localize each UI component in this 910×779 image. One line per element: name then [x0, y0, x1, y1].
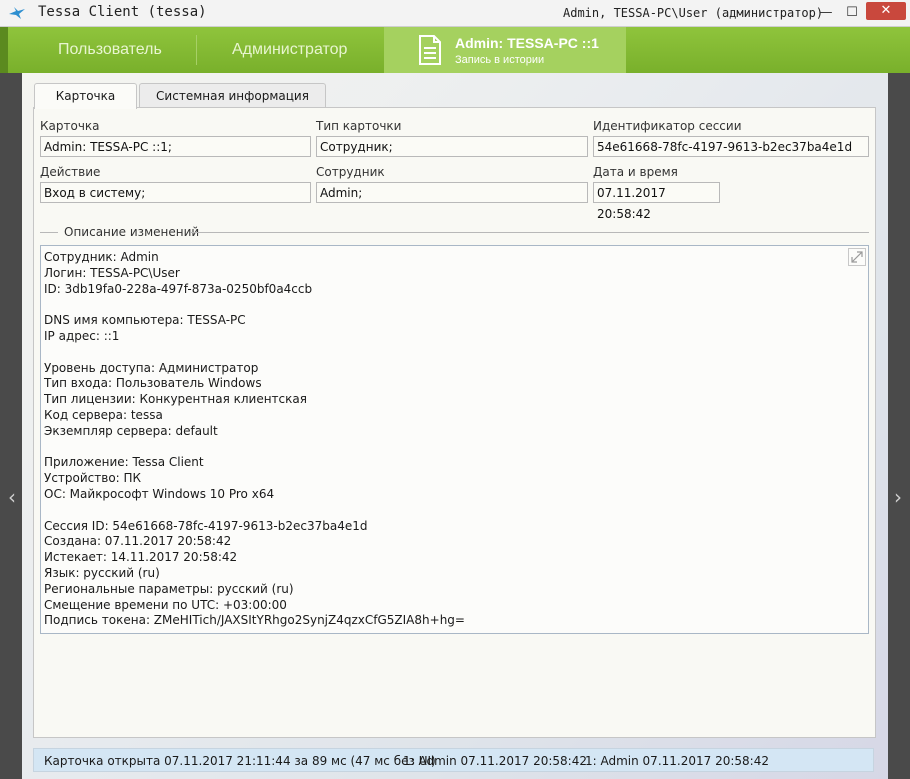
action-field[interactable]: Вход в систему; — [40, 182, 311, 203]
changes-description-box[interactable]: Сотрудник: Admin Логин: TESSA-PC\User ID: … — [40, 245, 869, 634]
description-line: Подпись токена: ZMeHITich/JAXSItYRhgo2Sy… — [44, 613, 465, 628]
description-line: Код сервера: tessa — [44, 407, 163, 422]
description-line — [44, 440, 865, 456]
left-side-panel[interactable]: ‹ — [0, 73, 22, 779]
status-bar: Карточка открыта 07.11.2017 21:11:44 за … — [33, 748, 874, 772]
tab-system-info[interactable]: Системная информация — [139, 83, 326, 108]
title-bar: Tessa Client (tessa) Admin, TESSA-PC\Use… — [0, 0, 910, 27]
description-line — [44, 503, 865, 519]
chevron-right-icon[interactable]: › — [888, 485, 908, 509]
description-line: Сессия ID: 54e61668-78fc-4197-9613-b2ec3… — [44, 518, 368, 533]
right-side-panel[interactable]: › — [888, 73, 910, 779]
tab-active-record[interactable]: Admin: TESSA-PC ::1 Запись в истории — [384, 27, 626, 73]
status-opened: Карточка открыта 07.11.2017 21:11:44 за … — [44, 754, 436, 768]
nav-separator — [196, 35, 197, 65]
close-button[interactable]: ✕ — [866, 2, 906, 20]
group-divider-right — [190, 232, 869, 233]
description-line: Устройство: ПК — [44, 471, 142, 486]
description-line: Тип лицензии: Конкурентная клиентская — [44, 392, 307, 407]
main-navbar: Пользователь Администратор Admin: TESSA-… — [0, 27, 910, 73]
employee-field[interactable]: Admin; — [316, 182, 588, 203]
action-label: Действие — [40, 165, 101, 179]
session-id-field[interactable]: 54e61668-78fc-4197-9613-b2ec37ba4e1d — [593, 136, 869, 157]
session-id-label: Идентификатор сессии — [593, 119, 742, 133]
description-line: Экземпляр сервера: default — [44, 423, 218, 438]
tessa-bird-icon — [9, 7, 25, 19]
description-line: ID: 3db19fa0-228a-497f-873a-0250bf0a4ccb — [44, 281, 313, 296]
navbar-edge — [0, 27, 8, 73]
description-line: Тип входа: Пользователь Windows — [44, 376, 262, 391]
window-title: Tessa Client (tessa) — [38, 4, 207, 20]
description-line: Региональные параметры: русский (ru) — [44, 581, 294, 596]
description-line: Приложение: Tessa Client — [44, 455, 204, 470]
description-line: Логин: TESSA-PC\User — [44, 265, 180, 280]
chevron-left-icon[interactable]: ‹ — [2, 485, 22, 509]
description-line: DNS имя компьютера: TESSA-PC — [44, 313, 246, 328]
card-field[interactable]: Admin: TESSA-PC ::1; — [40, 136, 311, 157]
description-line: Уровень доступа: Администратор — [44, 360, 259, 375]
status-history-item-2[interactable]: 1: Admin 07.11.2017 20:58:42 — [585, 749, 769, 773]
description-line: IP адрес: ::1 — [44, 328, 120, 343]
changes-description-title: Описание изменений — [64, 225, 200, 239]
status-history-item-1[interactable]: 1: Admin 07.11.2017 20:58:42 — [403, 749, 587, 773]
description-line: Создана: 07.11.2017 20:58:42 — [44, 534, 232, 549]
active-tab-title: Admin: TESSA-PC ::1 — [455, 35, 599, 51]
active-tab-subtitle: Запись в истории — [455, 54, 545, 66]
card-type-label: Тип карточки — [316, 119, 402, 133]
description-line: Истекает: 14.11.2017 20:58:42 — [44, 550, 238, 565]
card-type-field[interactable]: Сотрудник; — [316, 136, 588, 157]
description-line: ОС: Майкрософт Windows 10 Pro x64 — [44, 486, 275, 501]
card-label: Карточка — [40, 119, 100, 133]
tab-administrator[interactable]: Администратор — [232, 27, 347, 73]
description-line: Язык: русский (ru) — [44, 565, 160, 580]
datetime-label: Дата и время — [593, 165, 678, 179]
tab-user[interactable]: Пользователь — [58, 27, 162, 73]
datetime-field[interactable]: 07.11.2017 20:58:42 — [593, 182, 720, 221]
expand-icon[interactable] — [848, 248, 866, 266]
description-line — [44, 297, 865, 313]
description-line: Смещение времени по UTC: +03:00:00 — [44, 597, 287, 612]
current-user: Admin, TESSA-PC\User (администратор) — [563, 6, 824, 20]
maximize-button[interactable]: ☐ — [838, 3, 866, 23]
group-divider-left — [40, 232, 58, 233]
description-line: Сотрудник: Admin — [44, 250, 159, 264]
minimize-button[interactable]: — — [812, 3, 840, 23]
document-icon — [419, 35, 441, 65]
employee-label: Сотрудник — [316, 165, 385, 179]
description-line — [44, 345, 865, 361]
tab-card[interactable]: Карточка — [34, 83, 137, 109]
